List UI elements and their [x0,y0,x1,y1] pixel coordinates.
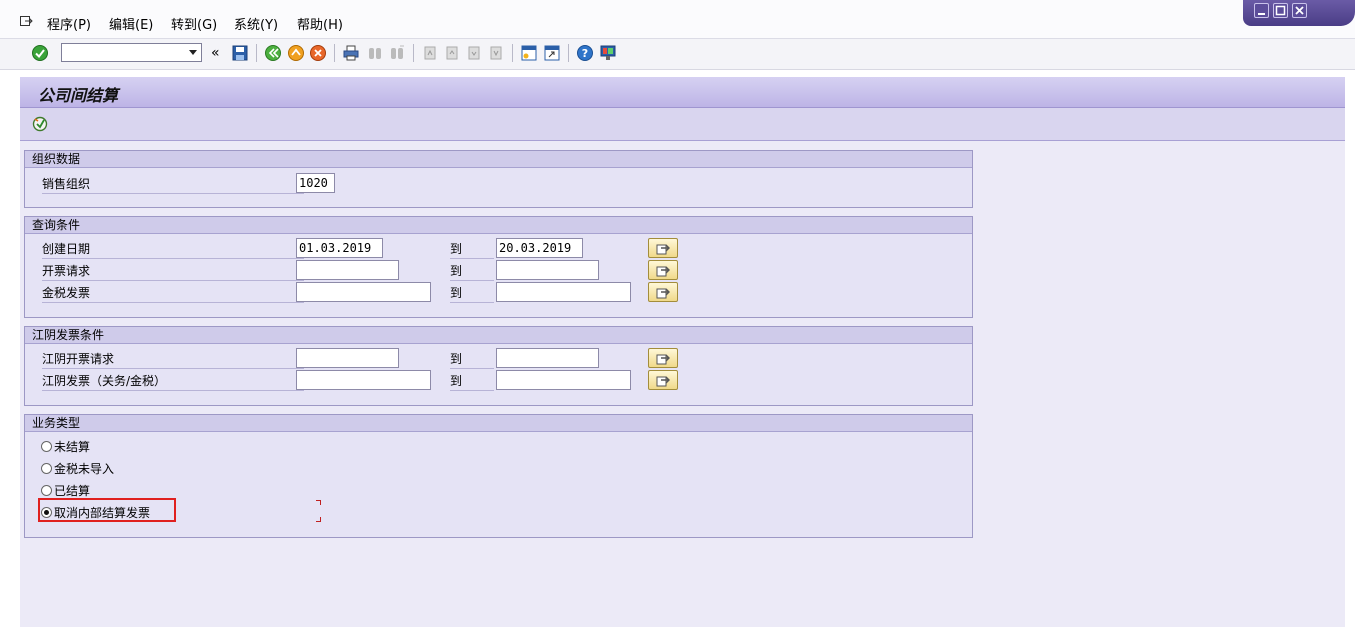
shortcut-icon[interactable] [543,44,561,62]
page-title: 公司间结算 [38,86,119,105]
group-header-business: 业务类型 [25,415,972,432]
maximize-button[interactable] [1273,3,1288,18]
minimize-icon [1258,13,1265,15]
label-jiangyin-billing-request: 江阴开票请求 [42,350,304,369]
group-header-query: 查询条件 [25,217,972,234]
enter-checkmark-icon[interactable] [31,44,49,62]
menu-bar: 程序(P) 编辑(E) 转到(G) 系统(Y) 帮助(H) [0,0,1355,38]
radio-label: 金税未导入 [54,462,115,476]
cancel-icon[interactable] [309,44,327,62]
maximize-icon [1275,5,1286,16]
radio-tax-not-imported[interactable]: 金税未导入 [41,460,114,478]
multiple-selection-arrow-icon [656,266,670,277]
window-controls [1243,0,1355,26]
group-org-data: 组织数据 销售组织 1020 [24,150,973,208]
execute-icon[interactable] [32,116,48,132]
menu-program[interactable]: 程序(P) [47,14,91,33]
close-icon [1295,6,1304,15]
radio-label: 已结算 [54,484,91,498]
focus-corner-icon [316,500,321,505]
chevron-down-icon[interactable] [189,50,197,55]
first-page-icon [424,46,436,60]
main-area: 公司间结算 组织数据 销售组织 1020 查询条件 创建日期 01.03.201… [20,77,1345,627]
previous-page-icon [446,46,458,60]
focus-corner-icon [316,517,321,522]
jiangyin-invoice-from-field[interactable] [296,370,431,390]
close-button[interactable] [1292,3,1307,18]
application-toolbar [20,108,1345,141]
sales-org-field[interactable]: 1020 [296,173,335,193]
print-icon[interactable] [342,44,360,62]
customize-layout-icon[interactable] [599,44,617,62]
menu-help[interactable]: 帮助(H) [297,14,343,33]
new-session-icon[interactable] [520,44,538,62]
label-billing-request: 开票请求 [42,262,304,281]
tax-invoice-from-field[interactable] [296,282,431,302]
multiple-selection-button[interactable] [648,370,678,390]
exit-icon[interactable] [287,44,305,62]
jiangyin-billing-request-to-field[interactable] [496,348,599,368]
last-page-icon [490,46,502,60]
label-tax-invoice: 金税发票 [42,284,304,303]
group-business-type: 业务类型 未结算 金税未导入 已结算 取消内部结算发票 [24,414,973,538]
title-bar: 公司间结算 [20,77,1345,108]
group-header-org: 组织数据 [25,151,972,168]
svg-text:?: ? [582,47,588,60]
label-sales-org: 销售组织 [42,175,304,194]
label-to: 到 [450,240,494,259]
jiangyin-invoice-to-field[interactable] [496,370,631,390]
multiple-selection-button[interactable] [648,238,678,258]
command-input[interactable] [62,44,186,61]
tax-invoice-to-field[interactable] [496,282,631,302]
jiangyin-billing-request-from-field[interactable] [296,348,399,368]
create-date-to-field[interactable]: 20.03.2019 [496,238,583,258]
create-date-from-field[interactable]: 01.03.2019 [296,238,383,258]
highlight-box [38,498,176,522]
billing-request-from-field[interactable] [296,260,399,280]
find-next-icon [391,45,404,59]
billing-request-to-field[interactable] [496,260,599,280]
radio-unsettled[interactable]: 未结算 [41,438,90,456]
radio-label: 未结算 [54,440,91,454]
group-header-jiangyin: 江阴发票条件 [25,327,972,344]
multiple-selection-arrow-icon [656,288,670,299]
label-jiangyin-invoice: 江阴发票（关务/金税） [42,372,304,391]
collapse-command-icon[interactable]: « [211,45,220,61]
menu-edit[interactable]: 编辑(E) [109,14,153,33]
standard-toolbar: « ? [0,38,1355,70]
label-to: 到 [450,262,494,281]
multiple-selection-arrow-icon [656,244,670,255]
group-query: 查询条件 创建日期 01.03.2019 到 20.03.2019 开票请求 到… [24,216,973,318]
label-to: 到 [450,284,494,303]
multiple-selection-arrow-icon [656,376,670,387]
label-to: 到 [450,350,494,369]
back-icon[interactable] [264,44,282,62]
radio-button-icon[interactable] [41,441,52,452]
help-icon[interactable]: ? [576,44,594,62]
save-icon[interactable] [231,44,249,62]
minimize-button[interactable] [1254,3,1269,18]
radio-button-icon[interactable] [41,485,52,496]
menu-goto[interactable]: 转到(G) [171,14,217,33]
menu-exit-icon[interactable] [20,15,33,27]
next-page-icon [468,46,480,60]
radio-button-icon[interactable] [41,463,52,474]
command-field[interactable] [61,43,202,62]
multiple-selection-button[interactable] [648,260,678,280]
group-jiangyin: 江阴发票条件 江阴开票请求 到 江阴发票（关务/金税） 到 [24,326,973,406]
multiple-selection-button[interactable] [648,282,678,302]
multiple-selection-button[interactable] [648,348,678,368]
multiple-selection-arrow-icon [656,354,670,365]
label-to: 到 [450,372,494,391]
find-icon [369,48,381,59]
menu-system[interactable]: 系统(Y) [234,14,278,33]
label-create-date: 创建日期 [42,240,304,259]
